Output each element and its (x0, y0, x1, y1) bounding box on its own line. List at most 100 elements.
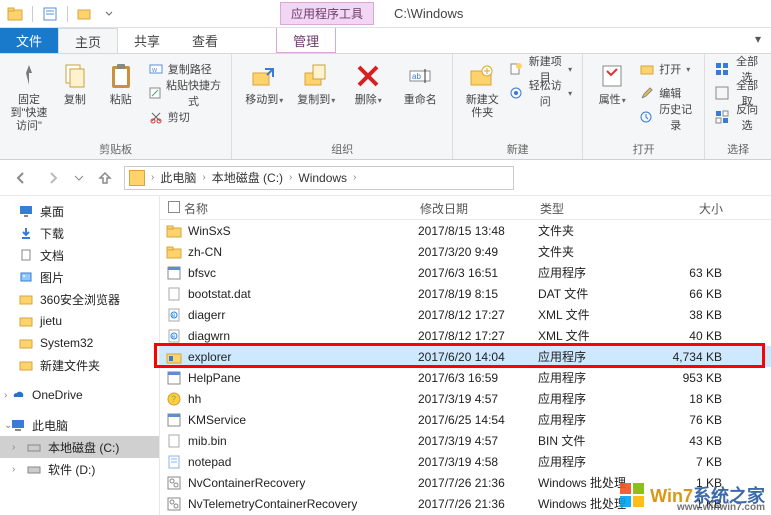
history-button[interactable]: 历史记录 (637, 106, 696, 128)
file-name: NvTelemetryContainerRecovery (188, 497, 357, 511)
table-row[interactable]: mib.bin2017/3/19 4:57BIN 文件43 KB (160, 430, 771, 451)
tab-share[interactable]: 共享 (118, 28, 176, 53)
delete-button[interactable]: 删除▾ (344, 58, 392, 109)
tab-home[interactable]: 主页 (58, 28, 118, 53)
file-type: 应用程序 (538, 411, 648, 428)
file-date: 2017/6/25 14:54 (418, 413, 538, 427)
col-size[interactable]: 大小 (642, 196, 732, 219)
table-row[interactable]: ediagerr2017/8/12 17:27XML 文件38 KB (160, 304, 771, 325)
qat-properties-icon[interactable] (39, 3, 61, 25)
table-row[interactable]: KMService2017/6/25 14:54应用程序76 KB (160, 409, 771, 430)
nav-system32[interactable]: System32 (0, 332, 159, 354)
file-date: 2017/3/20 9:49 (418, 245, 538, 259)
file-icon: e (166, 307, 182, 323)
chevron-right-icon[interactable]: › (12, 442, 15, 453)
desktop-icon (18, 203, 34, 219)
col-date[interactable]: 修改日期 (412, 196, 532, 219)
col-name[interactable]: 名称 (160, 196, 412, 219)
table-row[interactable]: zh-CN2017/3/20 9:49文件夹 (160, 241, 771, 262)
file-icon (166, 454, 182, 470)
qat-dropdown-icon[interactable] (98, 3, 120, 25)
pictures-icon (18, 269, 34, 285)
nav-pane[interactable]: 桌面 下载 文档 图片 360安全浏览器 jietu System32 新建文件… (0, 196, 160, 515)
downloads-icon (18, 225, 34, 241)
address-bar[interactable]: › 此电脑› 本地磁盘 (C:)› Windows› (124, 166, 514, 190)
file-date: 2017/8/12 17:27 (418, 308, 538, 322)
paste-shortcut-button[interactable]: 粘贴快捷方式 (146, 82, 224, 104)
svg-text:?: ? (171, 394, 176, 404)
table-row[interactable]: ?hh2017/3/19 4:57应用程序18 KB (160, 388, 771, 409)
paste-button[interactable]: 粘贴 (100, 58, 142, 109)
file-type: 文件夹 (538, 222, 648, 239)
file-date: 2017/8/15 13:48 (418, 224, 538, 238)
file-date: 2017/6/20 14:04 (418, 350, 538, 364)
file-type: XML 文件 (538, 306, 648, 323)
nav-drive-d[interactable]: ›软件 (D:) (0, 458, 159, 480)
folder-icon (18, 313, 34, 329)
nav-jietu[interactable]: jietu (0, 310, 159, 332)
rename-button[interactable]: ab重命名 (396, 58, 444, 109)
cut-button[interactable]: 剪切 (146, 106, 192, 128)
tab-manage[interactable]: 管理 (276, 28, 336, 53)
nav-drive-c[interactable]: ›本地磁盘 (C:) (0, 436, 159, 458)
invert-button[interactable]: 反向选 (713, 106, 763, 128)
nav-360[interactable]: 360安全浏览器 (0, 288, 159, 310)
crumb-folder[interactable]: Windows (294, 167, 351, 189)
file-size: 4,734 KB (648, 350, 738, 364)
copyto-button[interactable]: 复制到▾ (292, 58, 340, 109)
nav-up-button[interactable] (92, 165, 118, 191)
nav-recent-button[interactable] (72, 165, 86, 191)
table-row[interactable]: ediagwrn2017/8/12 17:27XML 文件40 KB (160, 325, 771, 346)
file-type: BIN 文件 (538, 432, 648, 449)
file-size: 43 KB (648, 434, 738, 448)
nav-documents[interactable]: 文档 (0, 244, 159, 266)
rename-icon: ab (404, 60, 436, 92)
easyaccess-icon (509, 85, 523, 101)
tab-view[interactable]: 查看 (176, 28, 234, 53)
nav-desktop[interactable]: 桌面 (0, 200, 159, 222)
table-row[interactable]: bfsvc2017/6/3 16:51应用程序63 KB (160, 262, 771, 283)
ribbon-expand-icon[interactable]: ▾ (745, 28, 771, 53)
properties-icon (596, 60, 628, 92)
nav-forward-button[interactable] (40, 165, 66, 191)
file-size: 40 KB (648, 329, 738, 343)
table-row[interactable]: bootstat.dat2017/8/19 8:15DAT 文件66 KB (160, 283, 771, 304)
nav-onedrive[interactable]: ›OneDrive (0, 384, 159, 406)
chevron-down-icon[interactable]: ⌄ (4, 420, 12, 431)
table-row[interactable]: HelpPane2017/6/3 16:59应用程序953 KB (160, 367, 771, 388)
chevron-right-icon[interactable]: › (4, 390, 7, 401)
svg-text:ab: ab (412, 72, 421, 81)
folder-icon (18, 291, 34, 307)
file-type: 应用程序 (538, 453, 648, 470)
table-row[interactable]: explorer2017/6/20 14:04应用程序4,734 KB (160, 346, 771, 367)
nav-newfolder[interactable]: 新建文件夹 (0, 354, 159, 376)
easyaccess-button[interactable]: 轻松访问▾ (507, 82, 574, 104)
nav-thispc[interactable]: ⌄此电脑 (0, 414, 159, 436)
moveto-button[interactable]: 移动到▾ (240, 58, 288, 109)
nav-back-button[interactable] (8, 165, 34, 191)
table-row[interactable]: notepad2017/3/19 4:58应用程序7 KB (160, 451, 771, 472)
col-type[interactable]: 类型 (532, 196, 642, 219)
file-date: 2017/6/3 16:51 (418, 266, 538, 280)
qat-newfolder-icon[interactable] (74, 3, 96, 25)
file-list[interactable]: 名称 修改日期 类型 大小 WinSxS2017/8/15 13:48文件夹zh… (160, 196, 771, 515)
open-button[interactable]: 打开▾ (637, 58, 692, 80)
crumb-drive[interactable]: 本地磁盘 (C:) (208, 167, 287, 189)
chevron-right-icon[interactable]: › (12, 464, 15, 475)
properties-button[interactable]: 属性▾ (591, 58, 633, 109)
select-all-checkbox[interactable] (168, 201, 180, 213)
newfolder-button[interactable]: 新建文件夹 (461, 58, 503, 122)
crumb-thispc[interactable]: 此电脑 (156, 167, 200, 189)
pin-button[interactable]: 固定到"快速访问" (8, 58, 50, 135)
file-type: 应用程序 (538, 369, 648, 386)
contextual-tool-tab: 应用程序工具 (280, 2, 374, 25)
table-row[interactable]: WinSxS2017/8/15 13:48文件夹 (160, 220, 771, 241)
copy-button[interactable]: 复制 (54, 58, 96, 109)
pin-icon (13, 60, 45, 92)
file-name: mib.bin (188, 434, 227, 448)
tab-file[interactable]: 文件 (0, 28, 58, 53)
nav-downloads[interactable]: 下载 (0, 222, 159, 244)
file-name: KMService (188, 413, 246, 427)
nav-pictures[interactable]: 图片 (0, 266, 159, 288)
copy-icon (59, 60, 91, 92)
